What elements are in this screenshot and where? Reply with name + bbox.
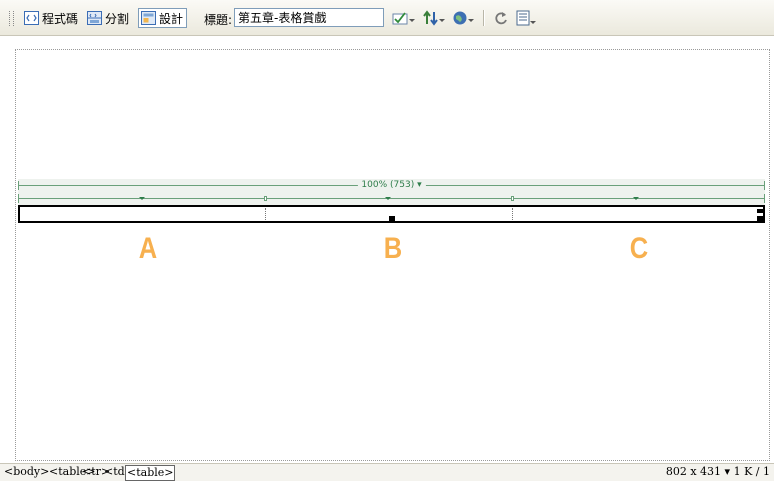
design-view-label: 設計 [159, 11, 184, 26]
column-divider-marker [264, 196, 267, 201]
column-divider-marker [511, 196, 514, 201]
column-b-menu-arrow[interactable] [385, 197, 391, 200]
selected-table[interactable] [18, 205, 765, 223]
code-view-icon [24, 11, 39, 25]
split-view-button[interactable]: 分割 [84, 8, 133, 28]
column-ruler-left-cap [18, 194, 19, 203]
resize-handle-bottom[interactable] [389, 216, 395, 221]
globe-icon [453, 11, 474, 25]
toolbar-separator [483, 10, 485, 26]
resize-handle-right[interactable] [757, 209, 763, 213]
tag-selector-table-selected[interactable]: <table> [125, 465, 176, 481]
tag-selector-body[interactable]: <body> [3, 465, 50, 479]
window-size-readout[interactable]: 802 x 431 [666, 465, 721, 478]
split-view-label: 分割 [105, 11, 130, 26]
file-transfer-icon [423, 10, 445, 26]
code-view-button[interactable]: 程式碼 [21, 8, 82, 28]
status-bar: <body> <table> <tr> <td> <table> 802 x 4… [0, 463, 774, 481]
file-size-readout: 1 K / 1 [733, 465, 770, 478]
code-view-label: 程式碼 [42, 11, 79, 26]
column-width-line [18, 198, 765, 199]
column-label-c: C [629, 232, 649, 265]
status-right: 802 x 431 ▾ 1 K / 1 [666, 465, 770, 479]
column-c-menu-arrow[interactable] [633, 197, 639, 200]
window-size-dropdown-icon[interactable]: ▾ [725, 465, 731, 478]
cell-divider [265, 208, 267, 220]
column-ruler-right-cap [764, 194, 765, 203]
view-options-button[interactable] [516, 9, 538, 27]
design-view-button[interactable]: 設計 [138, 8, 188, 28]
preview-browser-button[interactable] [452, 9, 474, 27]
document-toolbar: 程式碼 分割 設計 標題: [0, 0, 774, 36]
resize-handle-corner[interactable] [757, 216, 763, 221]
design-view-icon [141, 11, 156, 25]
refresh-icon [495, 12, 507, 25]
cell-divider [512, 208, 514, 220]
table-width-ruler[interactable]: 100% (753) ▾ [18, 179, 765, 205]
refresh-design-button[interactable] [494, 9, 508, 27]
table-width-label[interactable]: 100% (753) ▾ [357, 179, 426, 191]
ruler-left-cap [18, 181, 19, 190]
validate-markup-button[interactable] [392, 9, 416, 27]
split-view-icon [87, 11, 102, 25]
toolbar-grip[interactable] [9, 11, 14, 26]
ruler-right-cap [764, 181, 765, 190]
column-a-menu-arrow[interactable] [139, 197, 145, 200]
view-options-icon [516, 10, 536, 26]
validate-markup-icon [392, 12, 415, 25]
title-label: 標題: [204, 13, 233, 27]
document-title-input[interactable] [234, 8, 384, 27]
column-label-b: B [383, 232, 403, 265]
column-label-a: A [138, 232, 158, 265]
file-management-button[interactable] [423, 9, 445, 27]
